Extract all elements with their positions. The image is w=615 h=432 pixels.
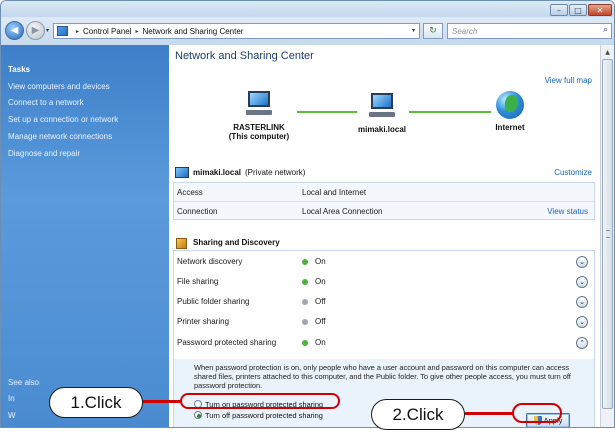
table-row: Access Local and Internet xyxy=(174,183,594,201)
see-also-heading: See also xyxy=(8,378,40,387)
row-label: File sharing xyxy=(177,277,219,286)
detail-description: When password protection is on, only peo… xyxy=(194,363,571,390)
recent-pages-dropdown-icon[interactable]: ▾ xyxy=(46,27,49,34)
radio-turn-off-password[interactable] xyxy=(194,411,202,419)
network-type: (Private network) xyxy=(245,168,306,177)
sharing-row-password-protected[interactable]: Password protected sharing On ⌃ xyxy=(174,334,594,352)
sharing-row-network-discovery[interactable]: Network discovery On ⌄ xyxy=(174,253,594,271)
network-details-table: Access Local and Internet Connection Loc… xyxy=(173,182,595,220)
scroll-up-arrow-icon[interactable]: ▲ xyxy=(602,46,613,58)
map-node-network[interactable]: mimaki.local xyxy=(347,93,417,134)
sharing-row-file-sharing[interactable]: File sharing On ⌄ xyxy=(174,273,594,291)
row-label: Network discovery xyxy=(177,257,243,266)
scroll-grip-icon xyxy=(606,230,610,238)
forward-button[interactable]: ▶ xyxy=(26,21,45,40)
row-value: On xyxy=(315,338,326,347)
page-title: Network and Sharing Center xyxy=(175,50,314,62)
task-diagnose-repair[interactable]: Diagnose and repair xyxy=(8,149,80,158)
sharing-heading: Sharing and Discovery xyxy=(193,238,280,247)
see-also-item[interactable]: W xyxy=(8,411,16,420)
computer-name: RASTERLINK xyxy=(233,123,285,132)
status-dot-icon xyxy=(302,259,308,265)
callout-connector-2 xyxy=(465,412,513,415)
network-name: mimaki.local xyxy=(193,168,242,177)
computer-icon xyxy=(244,91,274,119)
address-dropdown-icon[interactable]: ▾ xyxy=(412,27,415,34)
task-connect-network[interactable]: Connect to a network xyxy=(8,98,84,107)
access-value: Local and Internet xyxy=(302,188,367,197)
connection-label: Connection xyxy=(177,207,218,216)
view-status-link[interactable]: View status xyxy=(547,207,588,216)
scroll-thumb[interactable] xyxy=(602,59,613,409)
expand-chevron-icon[interactable]: ⌄ xyxy=(576,296,588,308)
callout-connector-1 xyxy=(143,400,181,403)
status-dot-icon xyxy=(302,319,308,325)
back-button[interactable]: ◀ xyxy=(5,21,24,40)
tasks-heading: Tasks xyxy=(8,65,31,74)
status-dot-icon xyxy=(302,279,308,285)
main-pane: Network and Sharing Center View full map… xyxy=(169,45,600,427)
status-dot-icon xyxy=(302,299,308,305)
task-manage-connections[interactable]: Manage network connections xyxy=(8,132,112,141)
row-label: Printer sharing xyxy=(177,317,230,326)
expand-chevron-icon[interactable]: ⌄ xyxy=(576,276,588,288)
search-input[interactable]: Search ⌕ xyxy=(447,23,612,39)
row-label: Password protected sharing xyxy=(177,338,277,347)
maximize-button[interactable]: □ xyxy=(569,4,587,16)
breadcrumb-network-sharing-center[interactable]: Network and Sharing Center xyxy=(143,27,244,36)
computer-note: (This computer) xyxy=(228,132,290,141)
row-value: Off xyxy=(315,317,326,326)
task-setup-connection[interactable]: Set up a connection or network xyxy=(8,115,118,124)
task-pane: Tasks View computers and devices Connect… xyxy=(1,45,169,427)
close-button[interactable]: ✕ xyxy=(588,4,612,16)
highlight-ring-apply xyxy=(512,403,562,423)
expand-chevron-icon[interactable]: ⌄ xyxy=(576,316,588,328)
map-connection-line xyxy=(409,111,491,113)
highlight-ring-turn-off xyxy=(180,393,340,409)
search-icon[interactable]: ⌕ xyxy=(603,25,608,35)
map-node-this-computer[interactable]: RASTERLINK (This computer) xyxy=(219,91,299,141)
customize-link[interactable]: Customize xyxy=(554,168,592,177)
see-also-item[interactable]: In xyxy=(8,394,15,403)
address-row: ◀ ▶ ▾ ▸ Control Panel ▸ Network and Shar… xyxy=(1,17,614,45)
address-bar[interactable]: ▸ Control Panel ▸ Network and Sharing Ce… xyxy=(53,23,420,39)
connection-value: Local Area Connection xyxy=(302,207,383,216)
minimize-button[interactable]: – xyxy=(550,4,568,16)
control-panel-icon xyxy=(57,26,68,36)
row-value: On xyxy=(315,277,326,286)
task-view-computers[interactable]: View computers and devices xyxy=(8,82,110,91)
network-node-name: mimaki.local xyxy=(357,125,407,134)
step-2-callout: 2.Click xyxy=(371,399,465,430)
status-dot-icon xyxy=(302,340,308,346)
network-icon xyxy=(175,167,189,178)
expand-chevron-icon[interactable]: ⌄ xyxy=(576,256,588,268)
radio-label-turn-off: Turn off password protected sharing xyxy=(205,411,323,420)
internet-label: Internet xyxy=(495,123,525,132)
search-placeholder: Search xyxy=(452,26,478,36)
map-node-internet[interactable]: Internet xyxy=(485,91,535,132)
row-value: Off xyxy=(315,297,326,306)
sharing-icon xyxy=(176,238,187,249)
title-bar: – □ ✕ xyxy=(1,1,614,17)
breadcrumb-separator-icon[interactable]: ▸ xyxy=(76,28,79,35)
sharing-row-printer-sharing[interactable]: Printer sharing Off ⌄ xyxy=(174,313,594,331)
access-label: Access xyxy=(177,188,203,197)
network-icon xyxy=(367,93,397,121)
vertical-scrollbar[interactable]: ▲ xyxy=(600,45,614,427)
step-1-callout: 1.Click xyxy=(49,387,143,418)
breadcrumb-control-panel[interactable]: Control Panel xyxy=(83,27,131,36)
row-label: Public folder sharing xyxy=(177,297,250,306)
breadcrumb-separator-icon[interactable]: ▸ xyxy=(136,28,139,35)
view-full-map-link[interactable]: View full map xyxy=(545,76,592,85)
sharing-row-public-folder[interactable]: Public folder sharing Off ⌄ xyxy=(174,293,594,311)
refresh-button[interactable]: ↻ xyxy=(423,23,443,39)
globe-icon xyxy=(496,91,524,119)
collapse-chevron-icon[interactable]: ⌃ xyxy=(576,337,588,349)
table-row: Connection Local Area Connection View st… xyxy=(174,201,594,219)
row-value: On xyxy=(315,257,326,266)
explorer-window: – □ ✕ ◀ ▶ ▾ ▸ Control Panel ▸ Network an… xyxy=(0,0,615,428)
